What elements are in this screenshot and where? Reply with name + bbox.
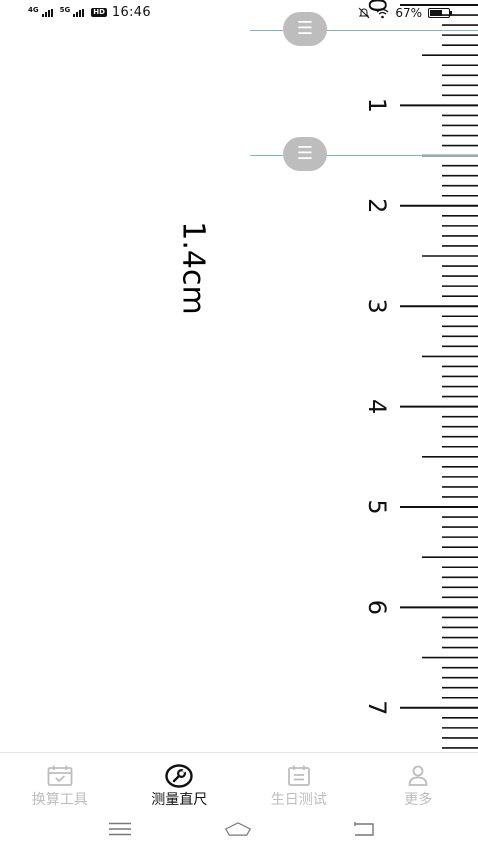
nav-label: 测量直尺	[151, 792, 208, 808]
nav-label: 生日测试	[270, 792, 327, 808]
wrench-circle-icon	[165, 763, 193, 789]
nav-item-birthday-test[interactable]: 生日测试	[239, 753, 359, 812]
calendar-check-icon	[46, 763, 74, 789]
menu-lines-icon: ☰	[296, 18, 314, 39]
ruler-number: 3	[363, 299, 391, 314]
nav-item-measuring-ruler[interactable]: 测量直尺	[120, 753, 240, 812]
nav-label: 更多	[404, 792, 433, 808]
person-icon	[404, 763, 432, 789]
bottom-nav: 换算工具 测量直尺 生日测试 更多	[0, 752, 478, 812]
nav-item-conversion-tools[interactable]: 换算工具	[0, 753, 120, 812]
nav-label: 换算工具	[31, 792, 88, 808]
back-icon[interactable]	[350, 818, 378, 840]
ruler-number: 7	[363, 700, 391, 715]
ruler-number: 0	[363, 0, 391, 13]
menu-icon[interactable]	[106, 818, 134, 840]
system-nav-bar	[0, 812, 478, 850]
ruler-number: 6	[363, 600, 391, 615]
top-drag-handle[interactable]: ☰	[283, 12, 327, 46]
bottom-drag-handle[interactable]: ☰	[283, 137, 327, 171]
nav-item-more[interactable]: 更多	[359, 753, 478, 812]
measurement-value: 1.4cm	[175, 221, 211, 315]
ruler-number: 2	[363, 198, 391, 213]
home-icon[interactable]	[224, 818, 252, 840]
measure-area[interactable]: 0 1 2 3 4 5 6 7 ☰ ☰ 1.4cm	[0, 0, 478, 752]
menu-lines-icon: ☰	[296, 143, 314, 164]
ruler-number: 4	[363, 399, 391, 414]
calendar-list-icon	[285, 763, 313, 789]
ruler-number: 5	[363, 499, 391, 514]
ruler-number: 1	[363, 98, 391, 113]
ruler-scale: 0 1 2 3 4 5 6 7	[363, 0, 478, 749]
